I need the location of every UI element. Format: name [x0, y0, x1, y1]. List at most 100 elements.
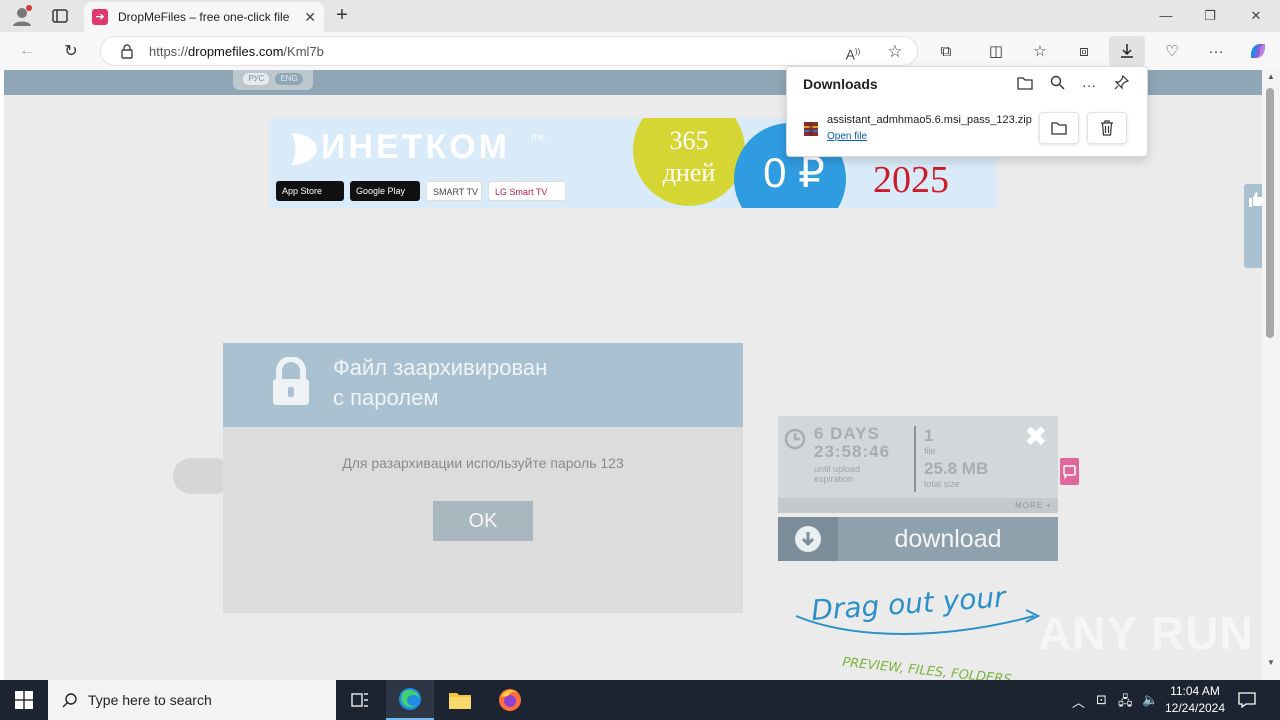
modal-title-line-1: Файл заархивирован: [333, 355, 548, 380]
page-content: РУС ENG ИНЕТКОМ me App Store Google Play…: [4, 70, 1262, 680]
tab-actions-icon[interactable]: [48, 4, 72, 28]
scrollbar-thumb[interactable]: [1266, 88, 1274, 338]
more-button[interactable]: MORE +: [778, 498, 1058, 513]
clock-icon: [784, 428, 806, 450]
start-button[interactable]: [0, 680, 48, 720]
samsung-tv-badge[interactable]: SMART TV: [426, 181, 482, 201]
back-icon[interactable]: ←: [14, 39, 40, 63]
drag-out-subtext: PREVIEW, FILES, FOLDERS: [842, 655, 1012, 680]
tab-bar: ➔ DropMeFiles – free one-click file ✕ + …: [0, 0, 1280, 32]
task-view-icon: [351, 693, 368, 707]
downloads-icon[interactable]: [1109, 36, 1145, 66]
close-info-icon[interactable]: ✖: [1024, 420, 1047, 453]
tab-close-icon[interactable]: ✕: [304, 9, 316, 26]
read-aloud-icon[interactable]: A)): [843, 42, 863, 63]
lang-en[interactable]: ENG: [275, 73, 303, 85]
minimize-icon[interactable]: —: [1156, 6, 1176, 26]
taskbar-firefox[interactable]: [486, 680, 534, 720]
file-count: 1: [924, 426, 934, 445]
show-hidden-icons-icon[interactable]: ︿: [1072, 692, 1085, 711]
show-in-folder-button[interactable]: [1039, 112, 1079, 144]
collections-icon[interactable]: ⧈: [1072, 40, 1096, 62]
file-count-label: file: [924, 446, 936, 456]
banner-brand-suffix: me: [531, 132, 545, 143]
drag-out-illustration: Drag out your PREVIEW, FILES, FOLDERS: [795, 580, 1041, 680]
lock-icon[interactable]: [119, 43, 135, 59]
social-like-tab[interactable]: [1244, 184, 1262, 268]
clock-time: 11:04 AM: [1170, 684, 1220, 698]
tab-dropmefiles[interactable]: ➔ DropMeFiles – free one-click file ✕: [84, 2, 324, 32]
password-modal: Файл заархивирован с паролем Для разархи…: [223, 343, 743, 613]
scroll-down-icon[interactable]: ▼: [1263, 658, 1279, 667]
modal-title: Файл заархивирован с паролем: [333, 353, 713, 413]
open-downloads-folder-icon[interactable]: [1015, 75, 1035, 95]
app-store-badge[interactable]: App Store: [276, 181, 344, 201]
expiration-time: 23:58:46: [814, 442, 891, 461]
downloads-title: Downloads: [803, 76, 878, 92]
open-file-link[interactable]: Open file: [827, 131, 867, 142]
taskbar-search[interactable]: Type here to search: [48, 680, 336, 720]
info-divider: [914, 426, 916, 492]
samsung-tv-label: SMART TV: [433, 187, 479, 197]
copilot-icon[interactable]: [1246, 40, 1270, 62]
windows-logo-icon: [15, 691, 33, 709]
ok-button[interactable]: OK: [433, 501, 533, 541]
drag-out-text: Drag out your: [810, 580, 1008, 627]
favorites-icon[interactable]: ☆: [1028, 40, 1052, 62]
address-bar[interactable]: https://dropmefiles.com/Kml7b A)) ☆: [100, 36, 918, 66]
favorite-star-icon[interactable]: ☆: [885, 42, 905, 62]
download-button[interactable]: download: [778, 517, 1058, 561]
total-size-label: total size: [924, 479, 960, 489]
more-menu-icon[interactable]: ···: [1204, 40, 1228, 62]
dropmefiles-favicon-icon: ➔: [92, 9, 108, 25]
feedback-icon[interactable]: [1060, 458, 1079, 485]
google-play-label: Google Play: [356, 186, 406, 196]
taskbar-clock[interactable]: 11:04 AM 12/24/2024: [1160, 683, 1230, 717]
browser-essentials-icon[interactable]: ♡: [1160, 40, 1184, 62]
firefox-icon: [499, 689, 521, 711]
expiration-label-line-2: expiration: [814, 474, 854, 484]
url-domain: dropmefiles.com: [188, 44, 284, 59]
close-window-icon[interactable]: ✕: [1246, 6, 1266, 26]
modal-message: Для разархивации используйте пароль 123: [342, 455, 624, 471]
split-screen-icon[interactable]: ◫: [984, 40, 1008, 62]
scroll-up-icon[interactable]: ▲: [1263, 72, 1279, 81]
delete-download-button[interactable]: [1087, 112, 1127, 144]
volume-icon[interactable]: 🔈: [1142, 692, 1158, 708]
download-label: download: [894, 525, 1002, 553]
lg-tv-badge[interactable]: LG Smart TV: [488, 181, 566, 201]
profile-icon[interactable]: [10, 4, 34, 28]
modal-header: Файл заархивирован с паролем: [223, 343, 743, 427]
extensions-icon[interactable]: ⧉: [934, 40, 958, 62]
downloads-more-icon[interactable]: ···: [1079, 75, 1099, 95]
brand-logo-icon: [291, 133, 317, 166]
taskbar-file-explorer[interactable]: [436, 680, 484, 720]
meet-now-icon[interactable]: ⊡: [1096, 692, 1107, 708]
zip-archive-icon: [804, 122, 818, 136]
days-number: 365: [669, 126, 709, 155]
tab-title: DropMeFiles – free one-click file: [118, 10, 290, 24]
new-tab-icon[interactable]: +: [330, 4, 354, 28]
search-downloads-icon[interactable]: [1047, 75, 1067, 95]
url-prefix: https://: [149, 44, 189, 59]
file-info-box: 6 DAYS 23:58:46 until upload expiration …: [778, 416, 1058, 513]
download-file-name[interactable]: assistant_admhmao5.6.msi_pass_123.zip: [827, 114, 1033, 126]
refresh-icon[interactable]: ↻: [58, 39, 84, 63]
notifications-icon[interactable]: [1238, 692, 1256, 711]
task-view-button[interactable]: [336, 680, 384, 720]
padlock-icon: [273, 357, 309, 405]
restore-icon[interactable]: ❐: [1200, 6, 1220, 26]
windows-taskbar: Type here to search ︿ ⊡ 🖧 🔈 11:04 AM 12/…: [0, 680, 1280, 720]
lang-ru[interactable]: РУС: [243, 73, 270, 85]
taskbar-edge[interactable]: [386, 680, 434, 720]
expiration-days: 6 DAYS: [814, 424, 880, 443]
google-play-badge[interactable]: Google Play: [350, 181, 420, 201]
modal-title-line-2: с паролем: [333, 385, 439, 410]
pin-downloads-icon[interactable]: [1111, 74, 1131, 95]
url-text[interactable]: https://dropmefiles.com/Kml7b: [149, 44, 324, 59]
expiration-label: until upload expiration: [814, 464, 860, 484]
navigation-bar: ← ↻ https://dropmefiles.com/Kml7b A)) ☆ …: [0, 32, 1280, 70]
download-arrow-box: [778, 517, 838, 561]
network-icon[interactable]: 🖧: [1118, 692, 1133, 714]
downloads-panel: Downloads ··· assistant_admhmao5.6.msi_p…: [786, 66, 1148, 157]
